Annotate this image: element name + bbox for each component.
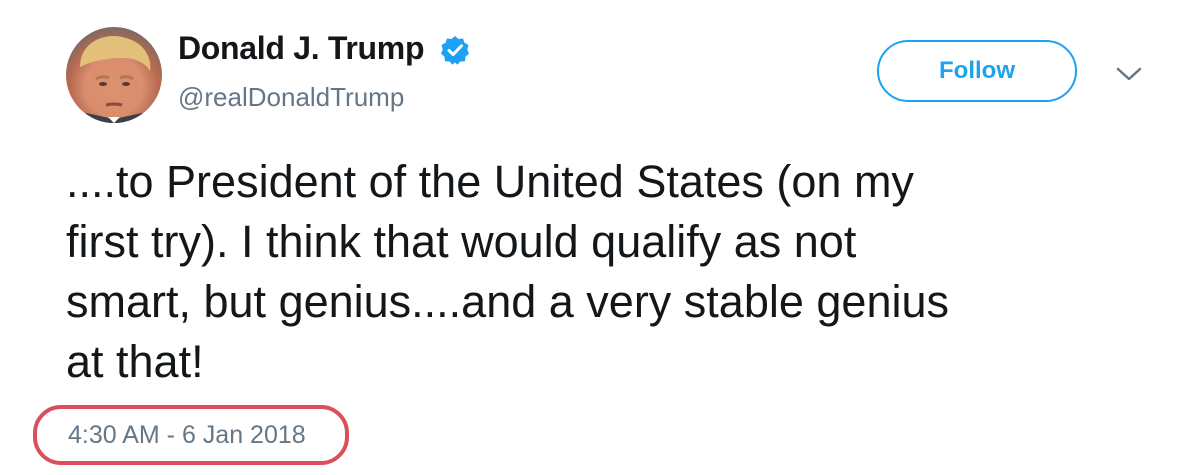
chevron-down-icon[interactable] [1114, 64, 1144, 84]
tweet-text-line: first try). I think that would qualify a… [66, 216, 857, 267]
user-handle[interactable]: @realDonaldTrump [178, 82, 404, 113]
tweet-text: ....to President of the United States (o… [66, 152, 1156, 392]
tweet-text-line: ....to President of the United States (o… [66, 156, 914, 207]
verified-badge-icon [441, 36, 469, 65]
tweet-text-line: smart, but genius....and a very stable g… [66, 276, 949, 327]
follow-button[interactable]: Follow [877, 40, 1077, 102]
avatar[interactable] [66, 27, 162, 123]
tweet-timestamp[interactable]: 4:30 AM - 6 Jan 2018 [68, 421, 306, 450]
display-name[interactable]: Donald J. Trump [178, 30, 425, 67]
tweet-text-line: at that! [66, 336, 204, 387]
tweet-card: Donald J. Trump @realDonaldTrump Follow … [0, 0, 1200, 475]
